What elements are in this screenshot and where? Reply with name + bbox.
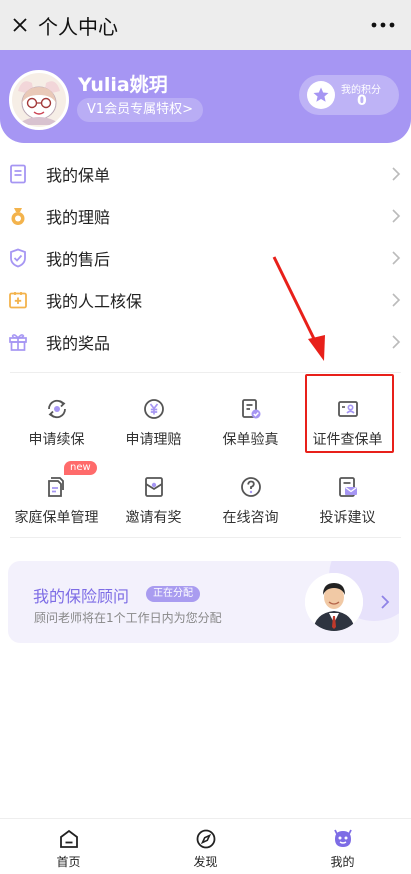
medical-plus-icon	[8, 290, 28, 310]
more-icon[interactable]	[369, 12, 397, 38]
chevron-right-icon	[392, 293, 401, 307]
menu-item-label: 我的奖品	[46, 334, 111, 353]
grid-item-label: 家庭保单管理	[14, 510, 99, 526]
nav-label: 首页	[56, 855, 81, 869]
compass-icon	[194, 827, 218, 851]
username: Yulia姚玥	[78, 74, 168, 96]
policy-list-icon	[8, 164, 28, 184]
yen-coin-icon	[140, 395, 168, 423]
question-icon	[237, 473, 265, 501]
avatar[interactable]	[9, 70, 69, 130]
claim-bag-icon	[8, 206, 28, 226]
menu-item-my-policy[interactable]: 我的保单	[0, 153, 411, 195]
profile-header: Yulia姚玥 V1会员专属特权> 我的积分 0	[0, 50, 411, 143]
chevron-right-icon	[381, 595, 390, 609]
advisor-title: 我的保险顾问	[33, 587, 130, 606]
nav-mine[interactable]: 我的	[274, 819, 411, 874]
nav-label: 我的	[330, 855, 355, 869]
renew-icon	[43, 395, 71, 423]
top-bar: 个人中心	[0, 0, 411, 50]
nav-label: 发现	[193, 855, 218, 869]
family-doc-icon	[43, 473, 71, 501]
grid-item-complaint[interactable]: 投诉建议	[299, 461, 396, 539]
points-badge[interactable]: 我的积分 0	[299, 75, 399, 115]
home-icon	[57, 827, 81, 851]
grid-item-label: 投诉建议	[319, 510, 376, 526]
menu-item-label: 我的理赔	[46, 208, 111, 227]
menu-item-manual-underwriting[interactable]: 我的人工核保	[0, 279, 411, 321]
vip-privilege-link[interactable]: V1会员专属特权>	[77, 98, 204, 122]
star-icon	[307, 81, 335, 109]
menu-list: 我的保单 我的理赔 我的售后 我的人工核保 我的奖品	[0, 153, 411, 363]
nav-home[interactable]: 首页	[0, 819, 137, 874]
advisor-description: 顾问老师将在1个工作日内为您分配	[34, 611, 222, 625]
divider	[10, 537, 401, 538]
grid-item-renew[interactable]: 申请续保	[8, 383, 105, 461]
divider	[10, 372, 401, 373]
status-badge: 正在分配	[146, 586, 200, 602]
chevron-right-icon	[392, 335, 401, 349]
grid-item-label: 申请续保	[28, 432, 85, 448]
invite-envelope-icon	[140, 473, 168, 501]
highlight-box	[305, 374, 394, 453]
menu-item-label: 我的保单	[46, 166, 111, 185]
grid-item-label: 保单验真	[222, 432, 279, 448]
advisor-card[interactable]: 我的保险顾问 正在分配 顾问老师将在1个工作日内为您分配	[8, 561, 399, 643]
close-icon[interactable]	[4, 9, 36, 41]
annotation-arrow	[272, 256, 325, 361]
shield-check-icon	[8, 248, 28, 268]
menu-item-my-claims[interactable]: 我的理赔	[0, 195, 411, 237]
bottom-nav: 首页 发现 我的	[0, 818, 411, 874]
complaint-mail-icon	[334, 473, 362, 501]
grid-item-family-policy[interactable]: new 家庭保单管理	[8, 461, 105, 539]
nav-discover[interactable]: 发现	[137, 819, 274, 874]
new-badge: new	[64, 461, 97, 475]
menu-item-after-sales[interactable]: 我的售后	[0, 237, 411, 279]
page-title: 个人中心	[38, 14, 118, 39]
advisor-photo	[305, 573, 363, 631]
grid-item-invite-reward[interactable]: 邀请有奖	[105, 461, 202, 539]
grid-item-apply-claim[interactable]: 申请理赔	[105, 383, 202, 461]
grid-item-label: 邀请有奖	[125, 510, 182, 526]
menu-item-my-prizes[interactable]: 我的奖品	[0, 321, 411, 363]
chevron-right-icon	[392, 209, 401, 223]
chevron-right-icon	[392, 167, 401, 181]
verify-doc-icon	[237, 395, 265, 423]
menu-item-label: 我的人工核保	[46, 292, 143, 311]
chevron-right-icon	[392, 251, 401, 265]
points-value: 0	[357, 93, 367, 109]
menu-item-label: 我的售后	[46, 250, 111, 269]
grid-item-label: 在线咨询	[222, 510, 279, 526]
app-root: 个人中心 Yulia姚玥 V1会员专属特权> 我的积分 0 我的保单 我的理赔 …	[0, 0, 411, 874]
grid-item-verify-policy[interactable]: 保单验真	[202, 383, 299, 461]
grid-item-label: 申请理赔	[125, 432, 182, 448]
profile-face-icon	[331, 827, 355, 851]
grid-item-online-consult[interactable]: 在线咨询	[202, 461, 299, 539]
gift-icon	[8, 332, 28, 352]
